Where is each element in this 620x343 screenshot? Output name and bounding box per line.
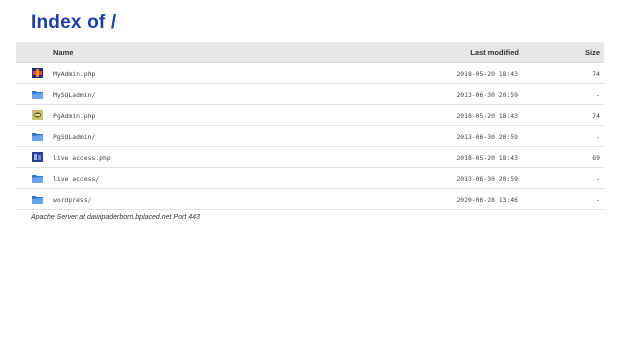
file-size: - xyxy=(596,133,600,141)
table-row[interactable]: PgSQLadmin/ 2013-06-30 20:59 - xyxy=(16,126,604,147)
last-modified: 2018-05-20 18:43 xyxy=(456,70,518,78)
last-modified: 2013-06-30 20:59 xyxy=(456,133,518,141)
file-name-link[interactable]: PgSQLadmin/ xyxy=(53,133,95,141)
folder-icon xyxy=(32,133,43,141)
file-name-link[interactable]: PgAdmin.php xyxy=(53,112,95,120)
column-header-last-modified[interactable]: Last modified xyxy=(470,48,519,57)
folder-icon xyxy=(32,196,43,204)
php-file-icon xyxy=(32,68,43,78)
server-signature: Apache Server at dawipaderborn.bplaced.n… xyxy=(31,214,200,221)
last-modified: 2020-06-28 13:46 xyxy=(456,196,518,204)
file-name-link[interactable]: wordpress/ xyxy=(53,196,91,204)
last-modified: 2013-06-30 20:59 xyxy=(456,175,518,183)
page-title: Index of / xyxy=(31,12,117,33)
table-header: Name Last modified Size xyxy=(16,42,604,63)
table-row[interactable]: MySQLadmin/ 2013-06-30 20:59 - xyxy=(16,84,604,105)
php-file-icon xyxy=(32,152,43,162)
table-row[interactable]: live access.php 2018-05-20 18:43 69 xyxy=(16,147,604,168)
table-row[interactable]: MyAdmin.php 2018-05-20 18:43 74 xyxy=(16,63,604,84)
table-row[interactable]: wordpress/ 2020-06-28 13:46 - xyxy=(16,189,604,210)
file-size: 74 xyxy=(592,70,600,78)
file-size: 69 xyxy=(592,154,600,162)
folder-icon xyxy=(32,175,43,183)
last-modified: 2013-06-30 20:59 xyxy=(456,91,518,99)
column-header-name[interactable]: Name xyxy=(53,48,73,57)
file-name-link[interactable]: live access/ xyxy=(53,175,99,183)
file-listing-table: Name Last modified Size MyAdmin.php 2018… xyxy=(16,42,604,210)
table-row[interactable]: live access/ 2013-06-30 20:59 - xyxy=(16,168,604,189)
file-name-link[interactable]: MyAdmin.php xyxy=(53,70,95,78)
file-size: - xyxy=(596,91,600,99)
last-modified: 2018-05-20 18:43 xyxy=(456,154,518,162)
file-name-link[interactable]: MySQLadmin/ xyxy=(53,91,95,99)
php-file-icon xyxy=(32,110,43,120)
file-size: - xyxy=(596,175,600,183)
folder-icon xyxy=(32,91,43,99)
file-size: 74 xyxy=(592,112,600,120)
last-modified: 2018-05-20 18:43 xyxy=(456,112,518,120)
file-size: - xyxy=(596,196,600,204)
file-name-link[interactable]: live access.php xyxy=(53,154,111,162)
table-row[interactable]: PgAdmin.php 2018-05-20 18:43 74 xyxy=(16,105,604,126)
column-header-size[interactable]: Size xyxy=(585,48,600,57)
